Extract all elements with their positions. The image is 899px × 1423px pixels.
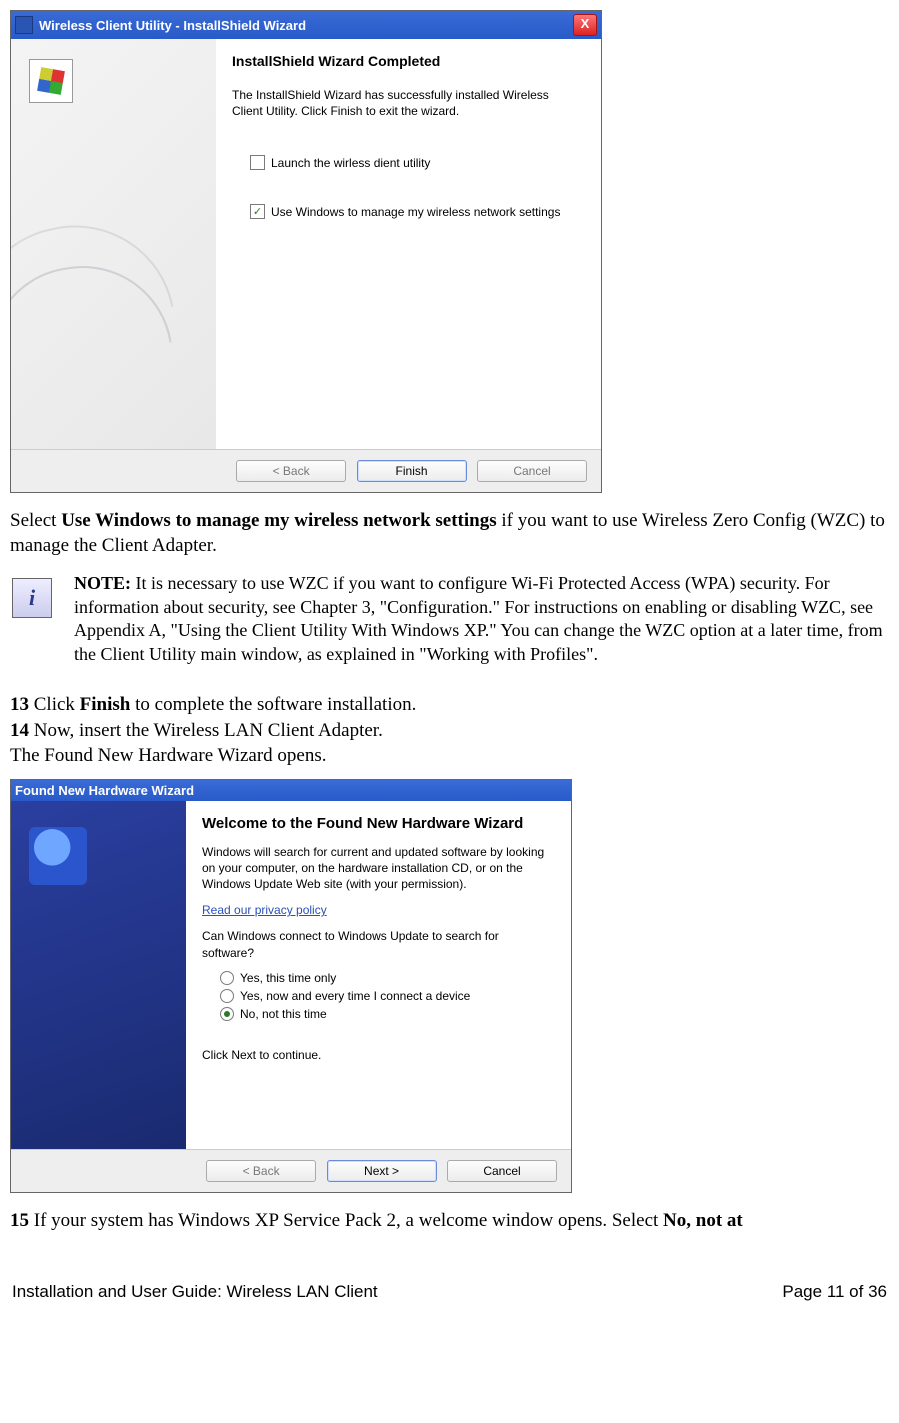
finish-button[interactable]: Finish xyxy=(357,460,467,482)
wizard-side-graphic xyxy=(11,801,186,1149)
installer-logo-icon xyxy=(29,59,73,103)
continue-text: Click Next to continue. xyxy=(202,1047,553,1063)
found-new-hardware-window: Found New Hardware Wizard Welcome to the… xyxy=(10,779,572,1193)
note-block: i NOTE: It is necessary to use WZC if yo… xyxy=(10,572,889,666)
checkbox-label: Use Windows to manage my wireless networ… xyxy=(271,205,560,219)
checkbox-label: Launch the wirless dient utility xyxy=(271,156,430,170)
next-button[interactable]: Next > xyxy=(327,1160,437,1182)
step-15: 15 If your system has Windows XP Service… xyxy=(10,1209,889,1234)
radio-selected-icon xyxy=(220,1007,234,1021)
radio-no[interactable]: No, not this time xyxy=(220,1007,553,1021)
installshield-wizard-window: Wireless Client Utility - InstallShield … xyxy=(10,10,602,493)
button-bar: < Back Next > Cancel xyxy=(11,1149,571,1192)
checkbox-icon xyxy=(250,155,265,170)
wizard-heading: Welcome to the Found New Hardware Wizard xyxy=(202,815,553,834)
radio-yes-always[interactable]: Yes, now and every time I connect a devi… xyxy=(220,989,553,1003)
privacy-link[interactable]: Read our privacy policy xyxy=(202,903,327,917)
footer-title: Installation and User Guide: Wireless LA… xyxy=(12,1282,378,1302)
info-icon: i xyxy=(12,578,52,618)
wizard-body-text: The InstallShield Wizard has successfull… xyxy=(232,87,579,119)
instruction-select-wzc: Select Use Windows to manage my wireless… xyxy=(10,509,889,558)
note-text: NOTE: It is necessary to use WZC if you … xyxy=(74,572,889,666)
wizard-body-text: Windows will search for current and upda… xyxy=(202,844,553,893)
checkbox-use-windows-wzc[interactable]: Use Windows to manage my wireless networ… xyxy=(250,204,579,219)
window-title: Found New Hardware Wizard xyxy=(15,783,194,798)
window-icon xyxy=(15,16,33,34)
radio-label: Yes, this time only xyxy=(240,971,336,985)
radio-label: Yes, now and every time I connect a devi… xyxy=(240,989,470,1003)
step-13: 13 Click Finish to complete the software… xyxy=(10,692,889,718)
footer-page: Page 11 of 36 xyxy=(782,1282,887,1302)
back-button: < Back xyxy=(236,460,346,482)
radio-icon xyxy=(220,989,234,1003)
radio-label: No, not this time xyxy=(240,1007,327,1021)
window-title: Wireless Client Utility - InstallShield … xyxy=(39,18,306,33)
wizard-question: Can Windows connect to Windows Update to… xyxy=(202,928,553,960)
radio-icon xyxy=(220,971,234,985)
titlebar: Wireless Client Utility - InstallShield … xyxy=(11,11,601,39)
button-bar: < Back Finish Cancel xyxy=(11,449,601,492)
step-14-followup: The Found New Hardware Wizard opens. xyxy=(10,743,889,769)
checkbox-checked-icon xyxy=(250,204,265,219)
cancel-button: Cancel xyxy=(477,460,587,482)
wizard-side-graphic xyxy=(11,39,216,449)
close-icon[interactable]: X xyxy=(573,14,597,36)
step-14: 14 Now, insert the Wireless LAN Client A… xyxy=(10,718,889,744)
page-footer: Installation and User Guide: Wireless LA… xyxy=(10,1282,889,1302)
titlebar: Found New Hardware Wizard xyxy=(11,780,571,801)
checkbox-launch-utility[interactable]: Launch the wirless dient utility xyxy=(250,155,579,170)
back-button: < Back xyxy=(206,1160,316,1182)
radio-yes-once[interactable]: Yes, this time only xyxy=(220,971,553,985)
wizard-heading: InstallShield Wizard Completed xyxy=(232,53,579,69)
cancel-button[interactable]: Cancel xyxy=(447,1160,557,1182)
